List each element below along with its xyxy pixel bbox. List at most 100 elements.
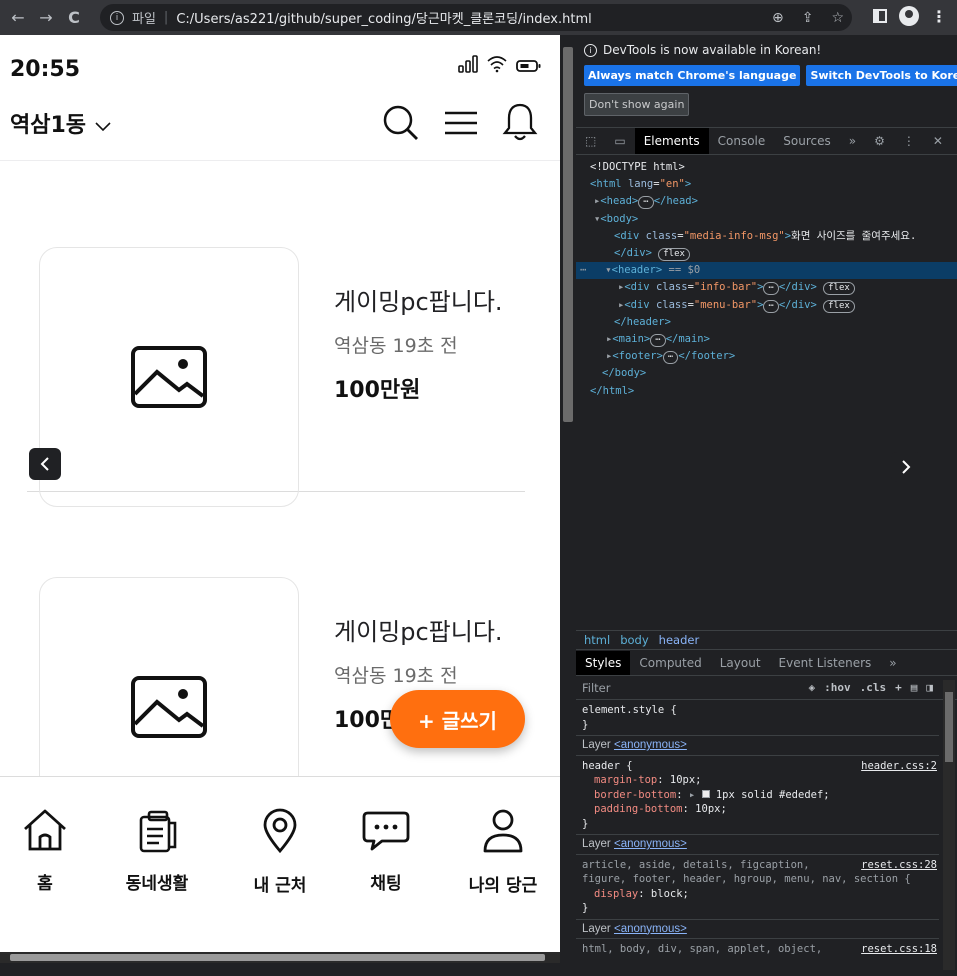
layer-label: Layer <anonymous> [576, 835, 939, 855]
dom-node[interactable]: ▸<div class="info-bar"> ⋯ </div> flex [576, 279, 957, 296]
inspect-element-icon[interactable]: ⬚ [576, 128, 605, 154]
cls-toggle[interactable]: .cls [860, 681, 887, 694]
close-devtools-icon[interactable]: ✕ [924, 128, 952, 154]
dom-node[interactable]: ▸<div class="menu-bar"> ⋯ </div> flex [576, 297, 957, 314]
dont-show-again-button[interactable]: Don't show again [584, 93, 690, 116]
write-post-button[interactable]: + 글쓰기 [390, 690, 525, 748]
style-rule[interactable]: article, aside, details, figcaption, res… [576, 855, 939, 920]
hamburger-menu-icon[interactable] [443, 107, 479, 139]
color-swatch[interactable] [701, 789, 710, 798]
tab-chat[interactable]: 채팅 [336, 807, 436, 894]
dom-node[interactable]: ▸<head> ⋯ </head> [576, 193, 957, 210]
chevron-down-icon [95, 122, 111, 132]
styles-filter-input[interactable]: Filter ◈ :hov .cls + ▤ ◨ [576, 676, 957, 700]
bookmark-star-icon[interactable]: ☆ [831, 10, 844, 26]
carousel-prev-button[interactable] [29, 448, 61, 480]
bell-icon[interactable] [502, 101, 538, 143]
page-vertical-scrollbar[interactable] [560, 35, 576, 963]
scrollbar-thumb[interactable] [10, 954, 545, 961]
rule-source-link[interactable]: header.css:2 [861, 759, 937, 774]
info-icon[interactable]: i [110, 10, 124, 25]
style-rule[interactable]: html, body, div, span, applet, object, r… [576, 939, 939, 960]
tab-home[interactable]: 홈 [0, 807, 95, 894]
product-price: 100만원 [334, 378, 421, 403]
page-horizontal-scrollbar[interactable] [0, 952, 560, 963]
styles-scrollbar[interactable] [943, 680, 955, 970]
rule-source-link[interactable]: reset.css:28 [861, 858, 937, 873]
signal-icon [458, 55, 478, 73]
tab-label: 내 근처 [253, 876, 307, 896]
tab-console[interactable]: Console [709, 128, 775, 154]
tab-neighborhood[interactable]: 동네생활 [107, 807, 207, 894]
tab-sources[interactable]: Sources [774, 128, 839, 154]
scrollbar-thumb[interactable] [945, 692, 953, 762]
status-time: 20:55 [10, 57, 81, 82]
clipboard-icon [139, 810, 177, 853]
share-icon[interactable]: ⇪ [802, 10, 814, 26]
computed-styles-icon[interactable]: ▤ [911, 681, 918, 694]
crumb-html[interactable]: html [584, 633, 610, 647]
side-panel-icon[interactable] [873, 9, 887, 23]
back-arrow-icon[interactable]: ← [4, 8, 32, 27]
tab-computed[interactable]: Computed [630, 651, 710, 675]
device-toolbar-icon[interactable]: ▭ [605, 128, 634, 154]
image-placeholder-icon [131, 676, 207, 738]
tab-event-listeners[interactable]: Event Listeners [770, 651, 881, 675]
list-item[interactable]: 게이밍pc팝니다. 역삼동 19초 전 100만원 [27, 162, 525, 507]
browser-menu-icon[interactable]: ⋮ [931, 7, 947, 26]
new-rule-icon[interactable]: + [895, 681, 902, 694]
carousel-next-button[interactable] [891, 452, 921, 482]
bottom-nav: 홈 동네생활 내 근처 채팅 나의 당근 [0, 776, 560, 963]
dom-node[interactable]: <!DOCTYPE html> [576, 159, 957, 176]
hov-toggle[interactable]: :hov [824, 681, 851, 694]
dom-node[interactable]: <div class="media-info-msg">화면 사이즈를 줄여주세… [576, 228, 957, 245]
devtools-panel: i DevTools is now available in Korean! A… [576, 35, 957, 976]
tab-layout[interactable]: Layout [711, 651, 770, 675]
layer-label: Layer <anonymous> [576, 736, 939, 756]
zoom-icon[interactable]: ⊕ [772, 10, 784, 26]
dom-node-selected[interactable]: ⋯ ▾<header> == $0 [576, 262, 957, 280]
dom-node[interactable]: </header> [576, 314, 957, 331]
tab-styles[interactable]: Styles [576, 650, 631, 675]
styles-tab-bar: Styles Computed Layout Event Listeners » [576, 650, 957, 676]
dom-node[interactable]: ▸<main> ⋯ </main> [576, 331, 957, 348]
devtools-menu-icon[interactable]: ⋮ [894, 128, 924, 154]
chevron-right-icon [902, 460, 911, 474]
search-icon[interactable] [381, 103, 421, 143]
layers-icon[interactable]: ◈ [809, 681, 816, 694]
location-selector[interactable]: 역삼1동 [10, 107, 112, 139]
dom-node[interactable]: <html lang="en"> [576, 176, 957, 193]
info-bar: 20:55 [0, 35, 560, 95]
tab-my-carrot[interactable]: 나의 당근 [453, 807, 553, 896]
sidebar-toggle-icon[interactable]: ◨ [926, 681, 933, 694]
dom-node[interactable]: </body> [576, 365, 957, 382]
crumb-body[interactable]: body [620, 633, 648, 647]
settings-gear-icon[interactable]: ⚙ [865, 128, 894, 154]
layer-label: Layer <anonymous> [576, 920, 939, 939]
url-scheme: 파일 [132, 12, 156, 27]
scrollbar-thumb[interactable] [563, 47, 573, 422]
crumb-header[interactable]: header [659, 633, 700, 647]
dom-node[interactable]: ▾<body> [576, 211, 957, 228]
tab-label: 동네생활 [125, 874, 189, 894]
dom-node[interactable]: </html> [576, 383, 957, 400]
forward-arrow-icon[interactable]: → [32, 8, 60, 27]
profile-icon[interactable] [899, 6, 919, 26]
more-tabs-icon[interactable]: » [840, 128, 865, 154]
dom-node[interactable]: </div> flex [576, 245, 957, 262]
switch-korean-button[interactable]: Switch DevTools to Korean [806, 65, 957, 86]
more-tabs-icon[interactable]: » [880, 651, 905, 675]
location-name: 역삼1동 [10, 113, 87, 138]
reload-icon[interactable]: C [60, 8, 88, 27]
address-bar[interactable]: i 파일 | C:/Users/as221/github/super_codin… [100, 4, 852, 31]
tab-nearby[interactable]: 내 근처 [230, 807, 330, 896]
info-icon: i [584, 43, 597, 57]
element-style-rule[interactable]: element.style { } [576, 700, 939, 736]
image-placeholder-icon [131, 346, 207, 408]
rule-source-link[interactable]: reset.css:18 [861, 942, 937, 957]
match-language-button[interactable]: Always match Chrome's language [584, 65, 801, 86]
url-text: C:/Users/as221/github/super_coding/당근마켓_… [176, 12, 592, 27]
dom-node[interactable]: ▸<footer> ⋯ </footer> [576, 348, 957, 365]
tab-elements[interactable]: Elements [634, 128, 709, 154]
style-rule[interactable]: header { header.css:2 margin-top: 10px; … [576, 756, 939, 835]
